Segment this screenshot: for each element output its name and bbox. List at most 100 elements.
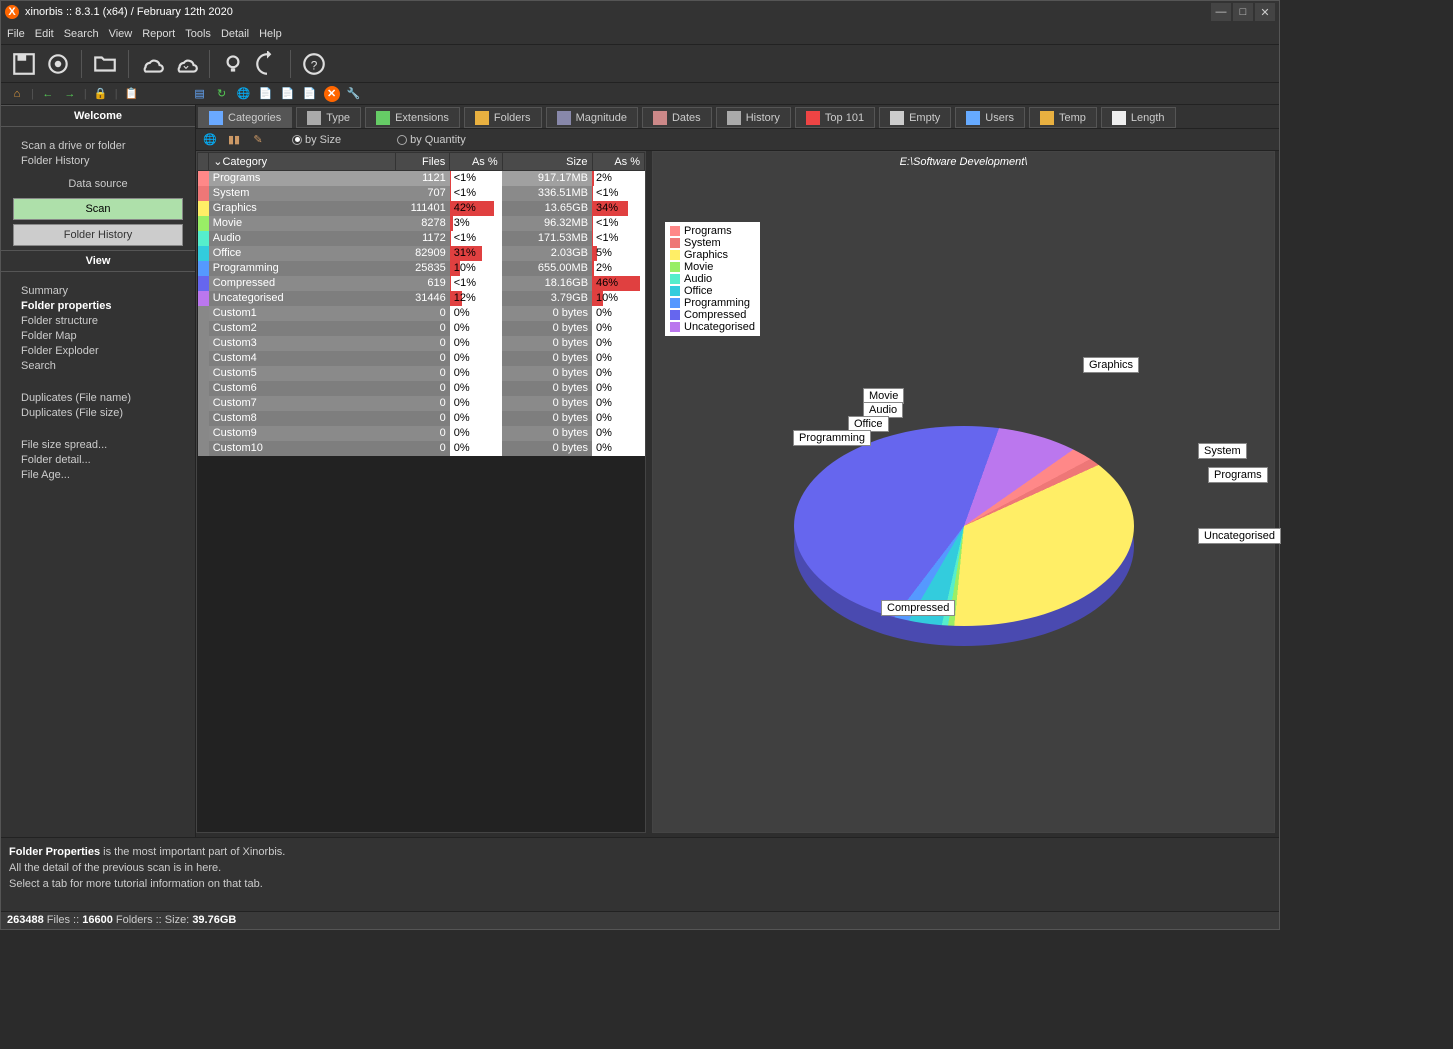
- table-row[interactable]: Custom500%0 bytes0%: [198, 366, 645, 381]
- tab-icon: [209, 111, 223, 125]
- table-row[interactable]: Compressed619<1%18.16GB46%: [198, 276, 645, 291]
- col-header[interactable]: Size: [502, 153, 592, 171]
- folder-open-icon[interactable]: [90, 49, 120, 79]
- menu-edit[interactable]: Edit: [35, 28, 54, 40]
- tab-label: Categories: [228, 112, 281, 124]
- view-header: View: [1, 250, 195, 272]
- menu-detail[interactable]: Detail: [221, 28, 249, 40]
- scan-drive-link[interactable]: Scan a drive or folder: [21, 140, 183, 152]
- nav-folder-properties[interactable]: Folder properties: [21, 300, 183, 312]
- tab-dates[interactable]: Dates: [642, 107, 712, 128]
- pie-label: Graphics: [1083, 357, 1139, 373]
- save-icon[interactable]: [9, 49, 39, 79]
- menu-help[interactable]: Help: [259, 28, 282, 40]
- col-header[interactable]: ⌄Category: [209, 153, 396, 171]
- table-row[interactable]: Custom600%0 bytes0%: [198, 381, 645, 396]
- col-header[interactable]: [198, 153, 209, 171]
- nav-duplicates-name[interactable]: Duplicates (File name): [21, 392, 183, 404]
- menu-view[interactable]: View: [109, 28, 133, 40]
- table-row[interactable]: Movie82783%96.32MB<1%: [198, 216, 645, 231]
- col-header[interactable]: As %: [450, 153, 502, 171]
- tab-history[interactable]: History: [716, 107, 791, 128]
- table-row[interactable]: Custom700%0 bytes0%: [198, 396, 645, 411]
- nav-summary[interactable]: Summary: [21, 285, 183, 297]
- nav-folder-map[interactable]: Folder Map: [21, 330, 183, 342]
- back-icon[interactable]: ←: [40, 86, 56, 102]
- pie-label: Programs: [1208, 467, 1268, 483]
- table-row[interactable]: Graphics11140142%13.65GB34%: [198, 201, 645, 216]
- sidebar: Welcome Scan a drive or folder Folder Hi…: [1, 105, 196, 837]
- table-row[interactable]: Custom300%0 bytes0%: [198, 336, 645, 351]
- refresh-icon[interactable]: [252, 49, 282, 79]
- help-icon[interactable]: ?: [299, 49, 329, 79]
- tab-folders[interactable]: Folders: [464, 107, 542, 128]
- menu-tools[interactable]: Tools: [185, 28, 211, 40]
- tab-icon: [1040, 111, 1054, 125]
- page-icon[interactable]: 📄: [258, 86, 274, 102]
- minimize-button[interactable]: —: [1211, 3, 1231, 21]
- table-row[interactable]: Programming2583510%655.00MB2%: [198, 261, 645, 276]
- globe-small-icon[interactable]: 🌐: [202, 132, 218, 148]
- table-row[interactable]: System707<1%336.51MB<1%: [198, 186, 645, 201]
- nav-duplicates-size[interactable]: Duplicates (File size): [21, 407, 183, 419]
- clipboard-icon[interactable]: 📋: [124, 86, 140, 102]
- table-row[interactable]: Custom800%0 bytes0%: [198, 411, 645, 426]
- bars-icon[interactable]: ▮▮: [226, 132, 242, 148]
- table-row[interactable]: Programs1121<1%917.17MB2%: [198, 171, 645, 186]
- nav-folder-exploder[interactable]: Folder Exploder: [21, 345, 183, 357]
- table-row[interactable]: Custom400%0 bytes0%: [198, 351, 645, 366]
- pie-label: Uncategorised: [1198, 528, 1281, 544]
- nav-search[interactable]: Search: [21, 360, 183, 372]
- forward-icon[interactable]: →: [62, 86, 78, 102]
- sheet-icon[interactable]: 📄: [280, 86, 296, 102]
- window-title: xinorbis :: 8.3.1 (x64) / February 12th …: [25, 6, 1211, 18]
- table-row[interactable]: Custom100%0 bytes0%: [198, 306, 645, 321]
- tab-extensions[interactable]: Extensions: [365, 107, 460, 128]
- tab-top-101[interactable]: Top 101: [795, 107, 875, 128]
- table-row[interactable]: Custom1000%0 bytes0%: [198, 441, 645, 456]
- col-header[interactable]: As %: [592, 153, 644, 171]
- menu-report[interactable]: Report: [142, 28, 175, 40]
- folder-history-link[interactable]: Folder History: [21, 155, 183, 167]
- nav-folder-structure[interactable]: Folder structure: [21, 315, 183, 327]
- legend-item: Movie: [670, 261, 755, 273]
- table-row[interactable]: Office8290931%2.03GB5%: [198, 246, 645, 261]
- globe-icon[interactable]: 🌐: [236, 86, 252, 102]
- x-icon[interactable]: ✕: [324, 86, 340, 102]
- gear-icon[interactable]: [43, 49, 73, 79]
- scan-button[interactable]: Scan: [13, 198, 183, 220]
- reload-icon[interactable]: ↻: [214, 86, 230, 102]
- close-button[interactable]: ✕: [1255, 3, 1275, 21]
- table-row[interactable]: Uncategorised3144612%3.79GB10%: [198, 291, 645, 306]
- tab-type[interactable]: Type: [296, 107, 361, 128]
- col-header[interactable]: Files: [396, 153, 450, 171]
- table-row[interactable]: Custom900%0 bytes0%: [198, 426, 645, 441]
- menu-file[interactable]: File: [7, 28, 25, 40]
- wrench-icon[interactable]: 🔧: [346, 86, 362, 102]
- folder-history-button[interactable]: Folder History: [13, 224, 183, 246]
- edit-icon[interactable]: ✎: [250, 132, 266, 148]
- nav-folder-detail[interactable]: Folder detail...: [21, 454, 183, 466]
- home-icon[interactable]: ⌂: [9, 86, 25, 102]
- bulb-icon[interactable]: [218, 49, 248, 79]
- tab-empty[interactable]: Empty: [879, 107, 951, 128]
- cloud-sync-icon[interactable]: [171, 49, 201, 79]
- tab-magnitude[interactable]: Magnitude: [546, 107, 638, 128]
- by-size-radio[interactable]: by Size: [292, 134, 341, 146]
- tab-users[interactable]: Users: [955, 107, 1025, 128]
- doc-icon[interactable]: ▤: [192, 86, 208, 102]
- tab-categories[interactable]: Categories: [198, 107, 292, 128]
- lock-icon[interactable]: 🔒: [93, 86, 109, 102]
- maximize-button[interactable]: □: [1233, 3, 1253, 21]
- export-icon[interactable]: 📄: [302, 86, 318, 102]
- nav-file-age[interactable]: File Age...: [21, 469, 183, 481]
- by-quantity-radio[interactable]: by Quantity: [397, 134, 466, 146]
- table-row[interactable]: Audio1172<1%171.53MB<1%: [198, 231, 645, 246]
- menu-search[interactable]: Search: [64, 28, 99, 40]
- tab-label: Magnitude: [576, 112, 627, 124]
- cloud-icon[interactable]: [137, 49, 167, 79]
- table-row[interactable]: Custom200%0 bytes0%: [198, 321, 645, 336]
- nav-file-size-spread[interactable]: File size spread...: [21, 439, 183, 451]
- tab-length[interactable]: Length: [1101, 107, 1176, 128]
- tab-temp[interactable]: Temp: [1029, 107, 1097, 128]
